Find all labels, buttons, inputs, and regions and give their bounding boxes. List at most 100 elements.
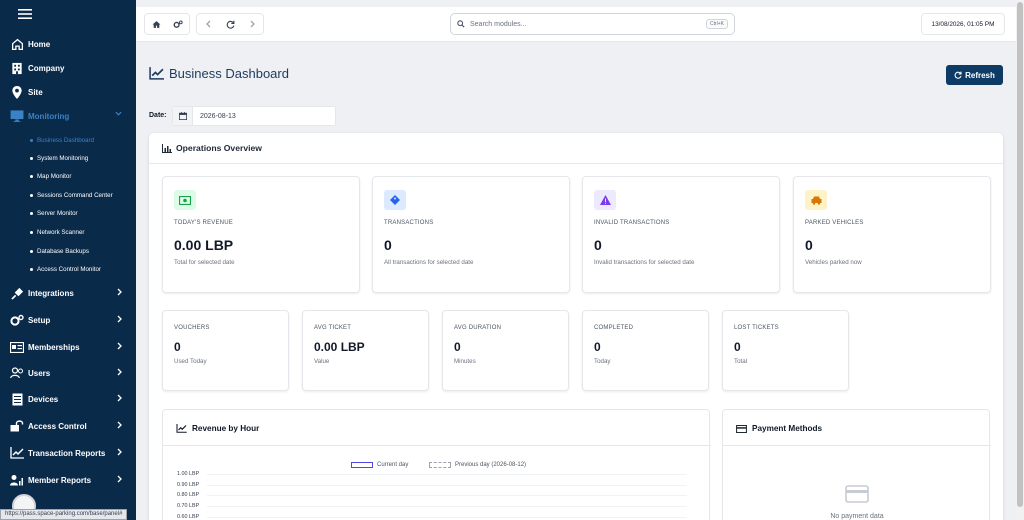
sidebar-subitem-system-monitoring[interactable]: System Monitoring — [0, 150, 136, 166]
date-value: 2026-08-13 — [200, 112, 236, 120]
sidebar-subitem-server-monitor[interactable]: Server Monitor — [0, 205, 136, 221]
revenue-by-hour-card: Revenue by Hour Current day Previous day… — [162, 409, 711, 520]
kpi-card-revenue: TODAY'S REVENUE 0.00 LBP Total for selec… — [162, 176, 360, 293]
nav-history-group — [196, 13, 264, 35]
chevron-right-icon — [250, 20, 255, 28]
current-datetime: 13/08/2026, 01:05 PM — [921, 13, 1005, 35]
bullet-icon — [30, 193, 33, 197]
reload-button[interactable] — [219, 14, 241, 34]
stat-card-vouchers: VOUCHERS 0 Used Today — [162, 310, 289, 391]
chart-line-icon — [10, 446, 24, 460]
legend-swatch — [351, 462, 373, 468]
quick-actions-group — [144, 13, 190, 35]
sidebar-item-label: Access Control — [28, 421, 87, 431]
hamburger-menu-icon[interactable] — [18, 9, 32, 19]
chevron-right-icon — [117, 475, 122, 483]
stat-card-lost-tickets: LOST TICKETS 0 Total — [722, 310, 849, 391]
refresh-button[interactable]: Refresh — [946, 65, 1003, 85]
stat-label: VOUCHERS — [174, 325, 210, 331]
home-icon — [10, 37, 24, 51]
divider — [723, 445, 991, 446]
warning-icon — [594, 190, 616, 210]
sidebar-subitem-sessions-command-center[interactable]: Sessions Command Center — [0, 187, 136, 203]
kpi-value: 0 — [384, 237, 392, 253]
divider — [149, 163, 1003, 164]
sidebar-item-company[interactable]: Company — [0, 56, 136, 80]
forward-button[interactable] — [241, 14, 263, 34]
gridline — [207, 485, 687, 486]
panel-title: Operations Overview — [162, 143, 262, 153]
sidebar-header — [0, 0, 136, 28]
kpi-card-invalid-transactions: INVALID TRANSACTIONS 0 Invalid transacti… — [582, 176, 780, 293]
vertical-scrollbar[interactable] — [1016, 0, 1024, 520]
stat-label: LOST TICKETS — [734, 325, 779, 331]
page-title-text: Business Dashboard — [169, 66, 289, 81]
sidebar-subitem-access-control-monitor[interactable]: Access Control Monitor — [0, 261, 136, 277]
sidebar-item-integrations[interactable]: Integrations — [0, 281, 136, 305]
sidebar-item-transaction-reports[interactable]: Transaction Reports — [0, 441, 136, 465]
bullet-icon — [30, 174, 33, 178]
sidebar-subitem-label: Database Backups — [37, 247, 89, 255]
sidebar-subitem-label: Access Control Monitor — [37, 265, 101, 273]
users-icon — [10, 366, 24, 380]
search-input[interactable]: Search modules... Ctrl+K — [450, 13, 735, 35]
credit-card-icon — [736, 424, 747, 433]
home-button[interactable] — [145, 14, 167, 34]
user-chart-icon — [10, 473, 24, 487]
status-bar-url: https://pass.space-parking.com/base/pane… — [0, 509, 128, 520]
legend-current-day[interactable]: Current day — [351, 462, 408, 468]
sidebar-item-users[interactable]: Users — [0, 361, 136, 385]
sidebar-item-home[interactable]: Home — [0, 32, 136, 56]
sidebar-item-label: Memberships — [28, 342, 80, 352]
divider — [163, 445, 711, 446]
sidebar-subitem-network-scanner[interactable]: Network Scanner — [0, 224, 136, 240]
back-button[interactable] — [197, 14, 219, 34]
sidebar-item-access-control[interactable]: Access Control — [0, 414, 136, 438]
y-tick-label: 0.60 LBP — [177, 514, 200, 520]
kpi-label: PARKED VEHICLES — [805, 220, 864, 226]
sidebar-subitem-database-backups[interactable]: Database Backups — [0, 243, 136, 259]
y-tick-label: 0.80 LBP — [177, 492, 200, 498]
stat-card-avg-duration: AVG DURATION 0 Minutes — [442, 310, 569, 391]
sidebar-subitem-label: Network Scanner — [37, 228, 85, 236]
sidebar-item-label: Users — [28, 368, 51, 378]
sidebar-item-setup[interactable]: Setup — [0, 308, 136, 332]
date-field[interactable]: 2026-08-13 — [172, 106, 336, 126]
sidebar: Home Company Site Monitoring Business Da… — [0, 0, 136, 520]
kpi-value: 0 — [594, 237, 602, 253]
sidebar-item-devices[interactable]: Devices — [0, 387, 136, 411]
kpi-subtext: Vehicles parked now — [805, 259, 862, 266]
legend-previous-day[interactable]: Previous day (2026-08-12) — [429, 462, 526, 468]
bullet-icon — [30, 211, 33, 215]
bullet-icon — [30, 267, 33, 271]
chart-line-icon — [176, 424, 187, 433]
stat-label: AVG DURATION — [454, 325, 502, 331]
chart-title-text: Payment Methods — [752, 424, 823, 433]
stat-value: 0 — [734, 340, 741, 354]
refresh-label: Refresh — [965, 70, 995, 80]
sidebar-item-monitoring[interactable]: Monitoring — [0, 104, 136, 128]
sidebar-item-memberships[interactable]: Memberships — [0, 335, 136, 359]
sidebar-item-site[interactable]: Site — [0, 80, 136, 104]
chevron-right-icon — [117, 368, 122, 376]
sidebar-subitem-business-dashboard[interactable]: Business Dashboard — [0, 132, 136, 148]
gridline — [207, 506, 687, 507]
calendar-icon — [173, 107, 193, 125]
reload-icon — [226, 20, 234, 29]
sidebar-subitem-map-monitor[interactable]: Map Monitor — [0, 168, 136, 184]
chevron-down-icon — [115, 111, 122, 116]
scrollbar-thumb[interactable] — [1017, 2, 1023, 507]
stat-value: 0 — [174, 340, 181, 354]
chart-title: Revenue by Hour — [176, 424, 259, 433]
kpi-label: TODAY'S REVENUE — [174, 220, 233, 226]
y-tick-label: 0.70 LBP — [177, 503, 200, 509]
sidebar-item-member-reports[interactable]: Member Reports — [0, 468, 136, 492]
chevron-right-icon — [117, 288, 122, 296]
chart-title: Payment Methods — [736, 424, 822, 433]
payment-empty-text: No payment data — [830, 513, 884, 520]
stat-label: COMPLETED — [594, 325, 634, 331]
sidebar-subitem-label: Sessions Command Center — [37, 191, 113, 199]
bullet-icon — [30, 230, 33, 234]
settings-button[interactable] — [167, 14, 189, 34]
reload-icon — [954, 71, 962, 79]
